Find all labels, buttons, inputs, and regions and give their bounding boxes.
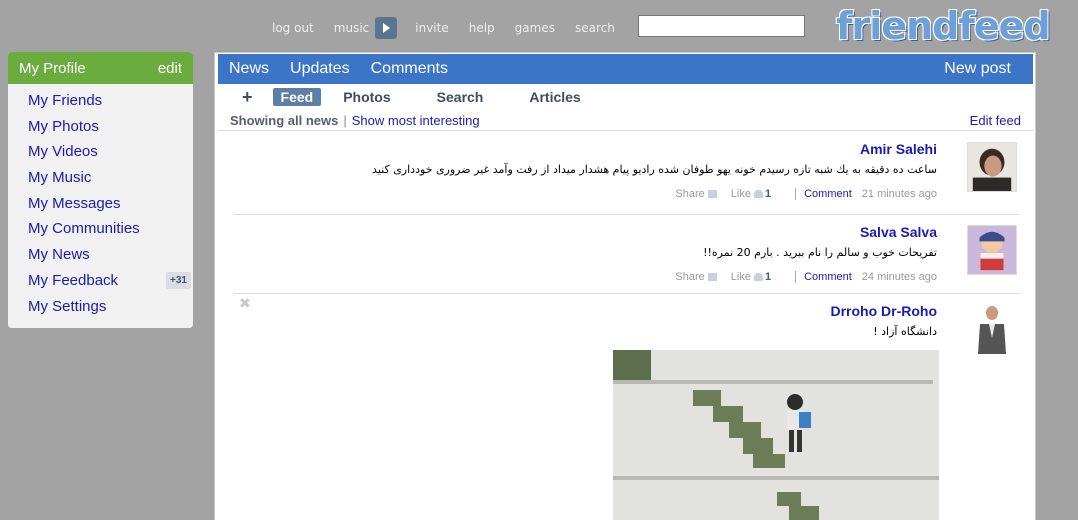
tab-comments[interactable]: Comments bbox=[371, 60, 448, 78]
play-icon[interactable] bbox=[375, 17, 398, 39]
entry-author[interactable]: Amir Salehi bbox=[860, 141, 937, 157]
show-most-interesting-link[interactable]: Show most interesting bbox=[352, 113, 480, 128]
sidebar-item-label: My Photos bbox=[28, 117, 99, 135]
add-tab-icon[interactable]: + bbox=[242, 87, 253, 108]
logout-link[interactable]: log out bbox=[272, 21, 314, 35]
search-input[interactable] bbox=[638, 15, 805, 37]
main-tab-bar: News Updates Comments New post bbox=[218, 54, 1033, 84]
subtab-photos[interactable]: Photos bbox=[335, 88, 398, 106]
share-button[interactable]: Share bbox=[675, 271, 717, 283]
sidebar-item-photos[interactable]: My Photos bbox=[8, 114, 193, 140]
sidebar-item-label: My News bbox=[28, 246, 90, 264]
sidebar-item-friends[interactable]: My Friends bbox=[8, 88, 193, 114]
help-link[interactable]: help bbox=[469, 21, 495, 35]
like-label: Like bbox=[730, 188, 751, 200]
main-panel: News Updates Comments New post + Feed Ph… bbox=[214, 52, 1036, 520]
sidebar-item-label: My Friends bbox=[28, 92, 103, 109]
entry-image[interactable] bbox=[613, 350, 939, 520]
sub-tab-bar: + Feed Photos Search Articles bbox=[218, 85, 1033, 109]
sidebar-item-label: My Messages bbox=[28, 194, 121, 212]
entry-timestamp[interactable]: 21 minutes ago bbox=[862, 188, 937, 200]
sidebar-menu: My Friends My Photos My Videos My Music … bbox=[8, 84, 193, 328]
subtab-search[interactable]: Search bbox=[429, 88, 492, 106]
comment-link[interactable]: Comment bbox=[795, 271, 852, 283]
filter-bar: Showing all news | Show most interesting… bbox=[218, 110, 1033, 131]
entry-timestamp[interactable]: 24 minutes ago bbox=[862, 271, 937, 283]
top-nav: log out music invite help games search bbox=[272, 17, 635, 39]
sidebar-item-label: My Music bbox=[28, 169, 92, 187]
sidebar-item-label: My Videos bbox=[28, 143, 98, 161]
new-post-button[interactable]: New post bbox=[944, 60, 1011, 78]
sidebar-item-news[interactable]: My News bbox=[8, 242, 193, 268]
share-label: Share bbox=[675, 188, 705, 200]
avatar[interactable] bbox=[967, 142, 1017, 192]
search-link[interactable]: search bbox=[575, 21, 615, 35]
heart-icon bbox=[753, 190, 763, 199]
edit-feed-link[interactable]: Edit feed bbox=[970, 113, 1021, 128]
showing-all-news: Showing all news bbox=[230, 112, 339, 128]
edit-profile-link[interactable]: edit bbox=[158, 60, 182, 77]
subtab-articles[interactable]: Articles bbox=[521, 88, 588, 106]
sidebar-item-settings[interactable]: My Settings bbox=[8, 294, 193, 320]
sidebar-item-label: My Feedback bbox=[28, 271, 119, 289]
entry-actions: Share Like 1 Comment 24 minutes ago bbox=[675, 271, 937, 283]
sidebar: My Profile edit My Friends My Photos My … bbox=[8, 52, 193, 328]
sidebar-item-videos[interactable]: My Videos bbox=[8, 139, 193, 165]
games-link[interactable]: games bbox=[515, 21, 555, 35]
subtab-feed[interactable]: Feed bbox=[272, 88, 322, 106]
heart-icon bbox=[753, 273, 763, 282]
like-label: Like bbox=[730, 271, 751, 283]
like-button[interactable]: Like bbox=[731, 271, 763, 283]
feedback-count-badge: +31 bbox=[166, 271, 191, 289]
filter-separator: | bbox=[343, 112, 347, 128]
entry-author[interactable]: Salva Salva bbox=[860, 224, 937, 240]
megaphone-icon bbox=[707, 190, 717, 199]
feed-entry: ✖ Drroho Dr-Roho دانشگاه آزاد ! bbox=[233, 294, 1019, 520]
entry-text: تفریحات خوب و سالم را نام ببرید . بارم 2… bbox=[703, 246, 937, 259]
close-icon[interactable]: ✖ bbox=[239, 296, 251, 312]
comment-link[interactable]: Comment bbox=[795, 188, 852, 200]
sidebar-item-label: My Settings bbox=[28, 297, 107, 315]
megaphone-icon bbox=[707, 273, 717, 282]
entry-text: دانشگاه آزاد ! bbox=[873, 325, 937, 338]
feed-entry: Amir Salehi ساعت ده دقیقه به یك شبه تازه… bbox=[233, 132, 1019, 215]
like-count[interactable]: 1 bbox=[765, 188, 771, 200]
tab-updates[interactable]: Updates bbox=[290, 60, 350, 78]
sidebar-item-communities[interactable]: My Communities bbox=[8, 216, 193, 242]
share-label: Share bbox=[675, 271, 705, 283]
entry-author[interactable]: Drroho Dr-Roho bbox=[830, 303, 937, 319]
feed-entry: Salva Salva تفریحات خوب و سالم را نام بب… bbox=[233, 215, 1019, 294]
share-button[interactable]: Share bbox=[675, 188, 717, 200]
like-button[interactable]: Like bbox=[731, 188, 763, 200]
tab-news[interactable]: News bbox=[229, 60, 269, 78]
sidebar-item-feedback[interactable]: My Feedback +31 bbox=[8, 268, 193, 294]
my-profile-title[interactable]: My Profile bbox=[19, 60, 86, 77]
entry-text: ساعت ده دقیقه به یك شبه تازه رسیدم خونه … bbox=[372, 163, 937, 176]
sidebar-item-messages[interactable]: My Messages bbox=[8, 191, 193, 217]
sidebar-item-label: My Communities bbox=[28, 220, 140, 238]
sidebar-header: My Profile edit bbox=[8, 52, 193, 84]
sidebar-item-music[interactable]: My Music bbox=[8, 165, 193, 191]
avatar[interactable] bbox=[967, 304, 1017, 354]
avatar[interactable] bbox=[967, 225, 1017, 275]
invite-link[interactable]: invite bbox=[415, 21, 448, 35]
entry-actions: Share Like 1 Comment 21 minutes ago bbox=[675, 188, 937, 200]
like-count[interactable]: 1 bbox=[765, 271, 771, 283]
music-link[interactable]: music bbox=[334, 21, 369, 35]
friendfeed-logo[interactable]: friendfeed bbox=[836, 4, 1051, 48]
